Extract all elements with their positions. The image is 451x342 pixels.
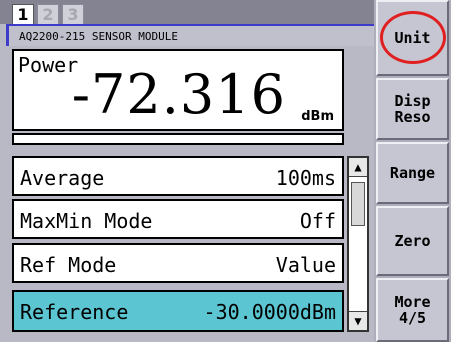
- tab-2[interactable]: 2: [37, 4, 59, 24]
- tab-strip: 1 2 3: [0, 0, 374, 24]
- range-softkey[interactable]: Range: [376, 142, 449, 204]
- tab-3[interactable]: 3: [62, 4, 84, 24]
- setting-label: Reference: [20, 300, 129, 324]
- scroll-up-arrow-icon[interactable]: ▲: [349, 158, 367, 177]
- setting-label: MaxMin Mode: [20, 209, 153, 233]
- setting-row-maxmin-mode[interactable]: MaxMin Mode Off: [12, 199, 344, 239]
- settings-scrollbar[interactable]: ▲ ▼: [347, 156, 369, 332]
- sensor-module-screen: 1 2 3 AQ2200-215 SENSOR MODULE Power -72…: [0, 0, 451, 342]
- main-panel: 1 2 3 AQ2200-215 SENSOR MODULE Power -72…: [0, 0, 374, 342]
- setting-row-reference[interactable]: Reference -30.0000dBm: [12, 290, 344, 332]
- setting-row-average[interactable]: Average 100ms: [12, 156, 344, 196]
- softkey-column: Unit Disp Reso Range Zero More 4/5: [374, 0, 451, 342]
- setting-label: Ref Mode: [20, 253, 117, 277]
- power-display: Power -72.316 dBm: [12, 49, 344, 131]
- setting-value: -30.0000dBm: [203, 300, 336, 324]
- softkey-label: Unit: [394, 29, 431, 47]
- scroll-down-arrow-icon[interactable]: ▼: [349, 311, 367, 330]
- softkey-label: Disp Reso: [394, 92, 431, 126]
- unit-softkey[interactable]: Unit: [376, 0, 449, 76]
- tab-1[interactable]: 1: [12, 4, 34, 24]
- softkey-label: Zero: [394, 232, 431, 250]
- more-softkey[interactable]: More 4/5: [376, 278, 449, 342]
- setting-value: Off: [299, 209, 336, 233]
- power-value: -72.316: [71, 63, 286, 126]
- setting-value: Value: [275, 253, 336, 277]
- setting-row-ref-mode[interactable]: Ref Mode Value: [12, 243, 344, 283]
- level-bar: [12, 133, 344, 145]
- setting-value: 100ms: [275, 166, 336, 190]
- scroll-thumb[interactable]: [351, 182, 365, 226]
- softkey-label: More 4/5: [394, 293, 431, 327]
- softkey-label: Range: [389, 164, 436, 182]
- disp-reso-softkey[interactable]: Disp Reso: [376, 78, 449, 140]
- module-title-bar: AQ2200-215 SENSOR MODULE: [6, 24, 374, 46]
- zero-softkey[interactable]: Zero: [376, 206, 449, 276]
- module-title: AQ2200-215 SENSOR MODULE: [19, 30, 178, 43]
- setting-label: Average: [20, 166, 105, 190]
- power-unit: dBm: [301, 109, 334, 124]
- power-label: Power: [18, 53, 79, 77]
